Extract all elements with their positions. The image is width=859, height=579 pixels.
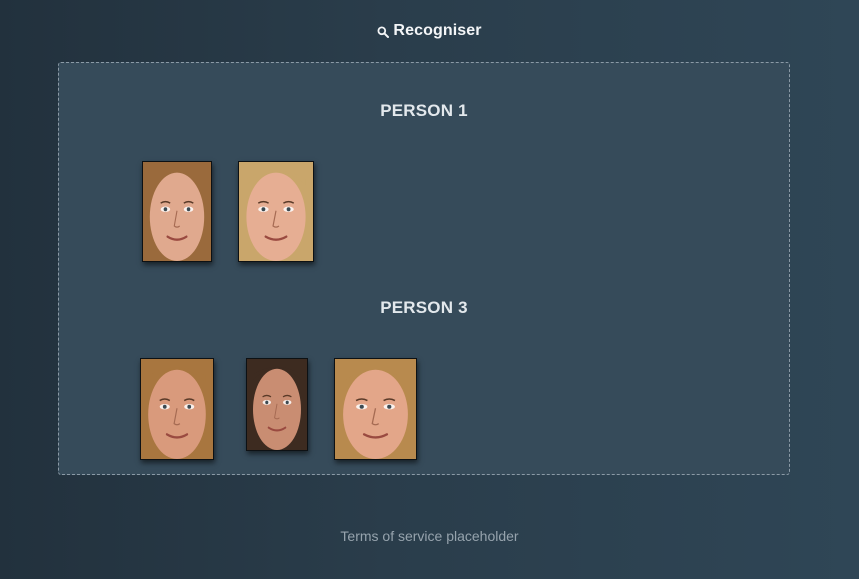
app-title: Recogniser bbox=[393, 22, 482, 39]
face-photo bbox=[247, 359, 307, 450]
face-thumbnail[interactable] bbox=[334, 358, 417, 460]
face-thumbnail[interactable] bbox=[238, 161, 314, 262]
group-title-person-1: PERSON 1 bbox=[380, 101, 468, 120]
face-thumbnail[interactable] bbox=[140, 358, 214, 460]
face-photo bbox=[141, 359, 213, 459]
search-icon bbox=[377, 25, 390, 38]
results-panel: PERSON 1 PERSON 3 bbox=[58, 62, 790, 475]
face-photo bbox=[143, 162, 211, 261]
group-title-person-3: PERSON 3 bbox=[380, 298, 468, 317]
face-photo bbox=[335, 359, 416, 459]
face-thumbnail[interactable] bbox=[142, 161, 212, 262]
face-photo bbox=[239, 162, 313, 261]
app-header: Recogniser bbox=[0, 20, 859, 42]
face-thumbnail[interactable] bbox=[246, 358, 308, 451]
terms-of-service-link[interactable]: Terms of service placeholder bbox=[0, 528, 859, 544]
